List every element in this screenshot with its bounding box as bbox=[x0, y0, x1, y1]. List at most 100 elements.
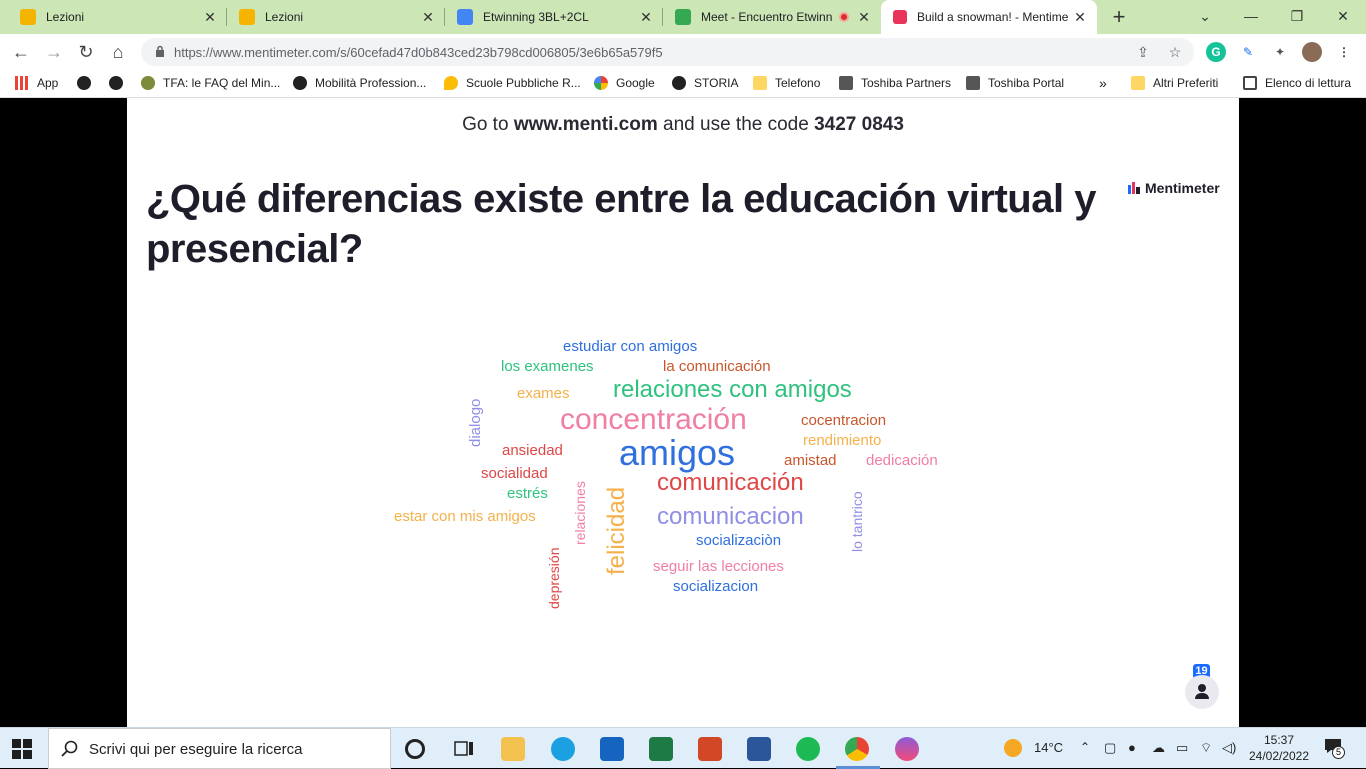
weather-icon[interactable] bbox=[1004, 739, 1022, 757]
maximize-button[interactable]: ❐ bbox=[1274, 0, 1320, 34]
classroom-icon bbox=[20, 9, 36, 25]
google-icon bbox=[594, 76, 608, 90]
url-text: https://www.mentimeter.com/s/60cefad47d0… bbox=[174, 45, 663, 60]
bookmarks-overflow-button[interactable]: » bbox=[1099, 75, 1107, 91]
tab-search-button[interactable]: ⌄ bbox=[1182, 0, 1228, 34]
weather-temperature[interactable]: 14°C bbox=[1034, 740, 1063, 755]
edge-icon[interactable] bbox=[551, 737, 575, 761]
join-instructions: Go to www.menti.com and use the code 342… bbox=[127, 114, 1239, 136]
new-tab-button[interactable]: + bbox=[1107, 5, 1131, 29]
globe-icon bbox=[77, 76, 91, 90]
lock-icon bbox=[156, 45, 164, 57]
cortana-icon[interactable] bbox=[405, 739, 425, 759]
join-prefix: Go to bbox=[462, 114, 514, 135]
close-icon[interactable]: ✕ bbox=[855, 9, 873, 26]
cloud-word: la comunicación bbox=[663, 358, 771, 375]
chevron-up-icon[interactable]: ⌃ bbox=[1080, 740, 1090, 754]
bookmark-toshiba-portal[interactable]: Toshiba Portal bbox=[966, 76, 1064, 90]
mail-icon[interactable] bbox=[600, 737, 624, 761]
browser-tab[interactable]: Lezioni ✕ bbox=[227, 0, 445, 34]
battery-icon[interactable]: ▭ bbox=[1176, 740, 1188, 756]
reading-list-button[interactable]: Elenco di lettura bbox=[1243, 76, 1351, 90]
browser-tab[interactable]: Etwinning 3BL+2CL ✕ bbox=[445, 0, 663, 34]
powerpoint-icon[interactable] bbox=[698, 737, 722, 761]
menu-icon[interactable]: ⋮ bbox=[1334, 42, 1354, 62]
meet-now-icon[interactable]: ▢ bbox=[1104, 740, 1116, 756]
bookmark-telefono[interactable]: Telefono bbox=[753, 76, 820, 90]
browser-tab-active[interactable]: Build a snowman! - Mentime ✕ bbox=[881, 0, 1097, 34]
word-icon[interactable] bbox=[747, 737, 771, 761]
tab-title: Build a snowman! - Mentime bbox=[917, 10, 1069, 24]
cloud-word: cocentracion bbox=[801, 412, 887, 429]
back-button[interactable]: ← bbox=[9, 40, 33, 64]
forward-button[interactable]: → bbox=[42, 40, 66, 64]
mentimeter-logo: Mentimeter bbox=[1128, 180, 1220, 196]
bookmark-globe[interactable] bbox=[77, 76, 99, 90]
cloud-word: relaciones bbox=[572, 481, 588, 545]
puzzle-icon[interactable]: ✦ bbox=[1270, 42, 1290, 62]
star-icon[interactable]: ☆ bbox=[1165, 42, 1185, 62]
clock-date: 24/02/2022 bbox=[1248, 749, 1310, 763]
cloud-word: comunicacion bbox=[657, 503, 804, 530]
minimize-button[interactable]: — bbox=[1228, 0, 1274, 34]
cloud-word: exames bbox=[517, 385, 570, 402]
pin-icon bbox=[444, 76, 458, 90]
grammarly-icon[interactable]: G bbox=[1206, 42, 1226, 62]
task-view-icon[interactable] bbox=[452, 737, 476, 761]
address-bar[interactable]: https://www.mentimeter.com/s/60cefad47d0… bbox=[141, 38, 1194, 66]
cloud-word: estudiar con amigos bbox=[563, 338, 698, 355]
bookmark-toshiba-partners[interactable]: Toshiba Partners bbox=[839, 76, 951, 90]
excel-icon[interactable] bbox=[649, 737, 673, 761]
close-window-button[interactable]: ✕ bbox=[1320, 0, 1366, 34]
cloud-word: depresión bbox=[546, 547, 562, 610]
share-icon[interactable]: ⇪ bbox=[1133, 42, 1153, 62]
cloud-word: dialogo bbox=[467, 398, 484, 447]
microphone-icon[interactable]: ● bbox=[1128, 740, 1136, 755]
bookmark-label: TFA: le FAQ del Min... bbox=[163, 76, 281, 90]
bookmark-google[interactable]: Google bbox=[594, 76, 655, 90]
bookmark-label: Toshiba Partners bbox=[861, 76, 952, 90]
tfa-icon bbox=[141, 76, 155, 90]
join-code: 3427 0843 bbox=[814, 114, 904, 135]
avatar[interactable] bbox=[1302, 42, 1322, 62]
cloud-word: estrés bbox=[507, 485, 548, 502]
windows-logo-icon bbox=[12, 739, 32, 759]
participants-button[interactable] bbox=[1185, 675, 1219, 709]
reading-list-label: Elenco di lettura bbox=[1265, 76, 1352, 90]
volume-icon[interactable]: ◁) bbox=[1222, 740, 1236, 756]
wifi-icon[interactable]: ⌔ bbox=[1200, 740, 1212, 756]
notification-center-button[interactable]: 5 bbox=[1324, 738, 1346, 760]
close-icon[interactable]: ✕ bbox=[201, 9, 219, 26]
page-viewport: Go to www.menti.com and use the code 342… bbox=[0, 98, 1366, 727]
bookmark-label: STORIA bbox=[694, 76, 739, 90]
toshiba-icon bbox=[966, 76, 980, 90]
bookmark-altri-preferiti[interactable]: Altri Preferiti bbox=[1131, 76, 1218, 90]
folder-icon bbox=[753, 76, 767, 90]
bookmark-globe[interactable] bbox=[109, 76, 131, 90]
bookmark-tfa[interactable]: TFA: le FAQ del Min... bbox=[141, 76, 280, 90]
onedrive-icon[interactable]: ☁ bbox=[1152, 740, 1165, 756]
taskbar-search-box[interactable]: Scrivi qui per eseguire la ricerca bbox=[48, 728, 391, 769]
folder-icon bbox=[1131, 76, 1145, 90]
browser-tab[interactable]: Meet - Encuentro Etwinn ✕ bbox=[663, 0, 881, 34]
file-explorer-icon[interactable] bbox=[501, 737, 525, 761]
bookmark-mobilita[interactable]: Mobilità Profession... bbox=[293, 76, 426, 90]
reload-button[interactable]: ↻ bbox=[74, 40, 98, 64]
spotify-icon[interactable] bbox=[796, 737, 820, 761]
close-icon[interactable]: ✕ bbox=[419, 9, 437, 26]
bookmark-storia[interactable]: STORIA bbox=[672, 76, 738, 90]
browser-tab[interactable]: Lezioni ✕ bbox=[0, 0, 227, 34]
bookmark-scuole[interactable]: Scuole Pubbliche R... bbox=[444, 76, 581, 90]
pen-extension-icon[interactable]: ✎ bbox=[1238, 42, 1258, 62]
paint-app-icon[interactable] bbox=[895, 737, 919, 761]
start-button[interactable] bbox=[12, 739, 32, 759]
home-button[interactable]: ⌂ bbox=[106, 40, 130, 64]
close-icon[interactable]: ✕ bbox=[1071, 9, 1089, 26]
cloud-word: socializaciòn bbox=[696, 532, 782, 549]
brand-name: Mentimeter bbox=[1145, 180, 1220, 196]
chrome-icon[interactable] bbox=[845, 737, 869, 761]
clock[interactable]: 15:37 24/02/2022 bbox=[1246, 732, 1312, 764]
close-icon[interactable]: ✕ bbox=[637, 9, 655, 26]
bookmark-label: Toshiba Portal bbox=[988, 76, 1065, 90]
bookmark-apps[interactable]: App bbox=[15, 76, 58, 90]
